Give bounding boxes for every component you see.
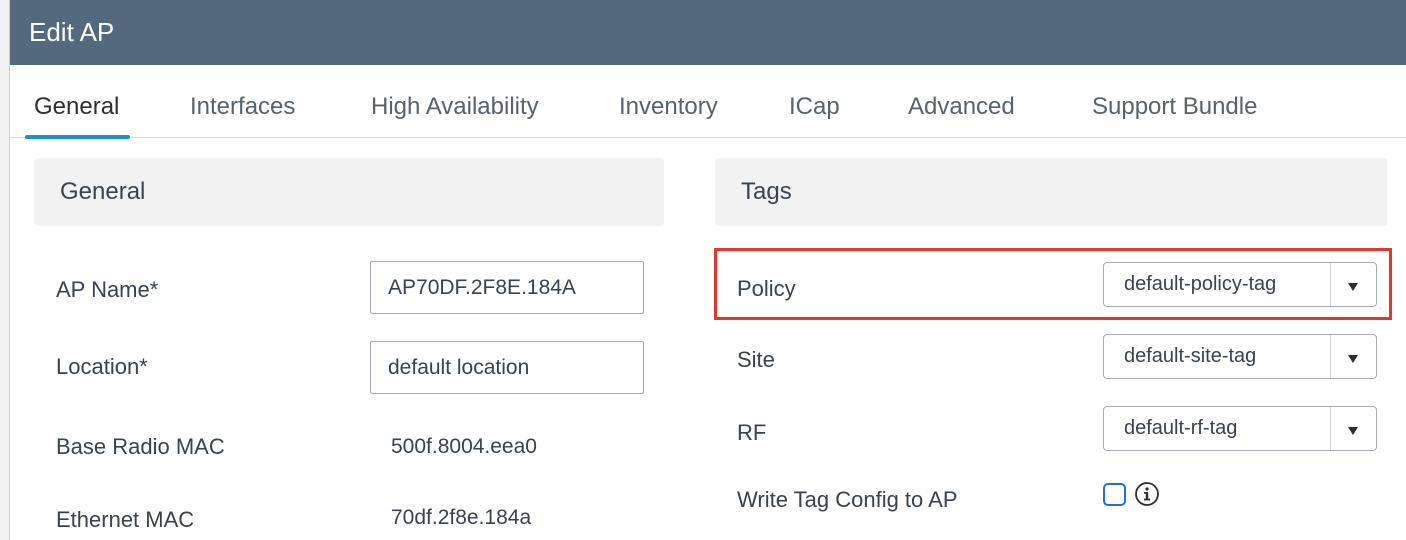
- ethernet-mac-value: 70df.2f8e.184a: [391, 506, 532, 529]
- ap-name-label: AP Name*: [56, 277, 159, 302]
- tab-support-bundle[interactable]: Support Bundle: [1092, 93, 1257, 121]
- location-input[interactable]: [370, 341, 644, 394]
- policy-label: Policy: [737, 276, 796, 301]
- select-divider: [1330, 335, 1331, 378]
- rf-select-value: default-rf-tag: [1124, 417, 1238, 439]
- caret-down-icon: [1348, 355, 1358, 363]
- select-divider: [1330, 407, 1331, 450]
- site-select[interactable]: default-site-tag: [1103, 334, 1377, 379]
- caret-down-icon: [1348, 427, 1358, 435]
- tab-interfaces[interactable]: Interfaces: [190, 93, 295, 121]
- tags-section-header: Tags: [715, 158, 1387, 226]
- tab-inventory[interactable]: Inventory: [619, 93, 718, 121]
- general-section-header: General: [34, 158, 664, 226]
- policy-select[interactable]: default-policy-tag: [1103, 262, 1377, 307]
- site-label: Site: [737, 347, 775, 372]
- tab-high-availability[interactable]: High Availability: [371, 93, 539, 121]
- left-edge-strip: [0, 0, 10, 540]
- base-radio-mac-value: 500f.8004.eea0: [391, 435, 537, 458]
- window-title: Edit AP: [10, 0, 1406, 65]
- caret-down-icon: [1348, 283, 1358, 291]
- info-icon[interactable]: [1134, 481, 1160, 507]
- policy-select-value: default-policy-tag: [1124, 273, 1277, 295]
- ethernet-mac-label: Ethernet MAC: [56, 507, 195, 532]
- rf-select[interactable]: default-rf-tag: [1103, 406, 1377, 451]
- tab-bar: General Interfaces High Availability Inv…: [10, 65, 1406, 139]
- select-divider: [1330, 263, 1331, 306]
- active-tab-indicator: [25, 135, 130, 139]
- write-tag-config-checkbox[interactable]: [1103, 483, 1126, 506]
- tab-advanced[interactable]: Advanced: [908, 93, 1015, 121]
- tab-icap[interactable]: ICap: [789, 93, 840, 121]
- write-tag-config-label: Write Tag Config to AP: [737, 487, 958, 512]
- base-radio-mac-label: Base Radio MAC: [56, 434, 225, 459]
- location-label: Location*: [56, 354, 148, 379]
- site-select-value: default-site-tag: [1124, 345, 1257, 367]
- ap-name-input[interactable]: [370, 261, 644, 314]
- rf-label: RF: [737, 420, 767, 445]
- tab-general[interactable]: General: [34, 93, 119, 121]
